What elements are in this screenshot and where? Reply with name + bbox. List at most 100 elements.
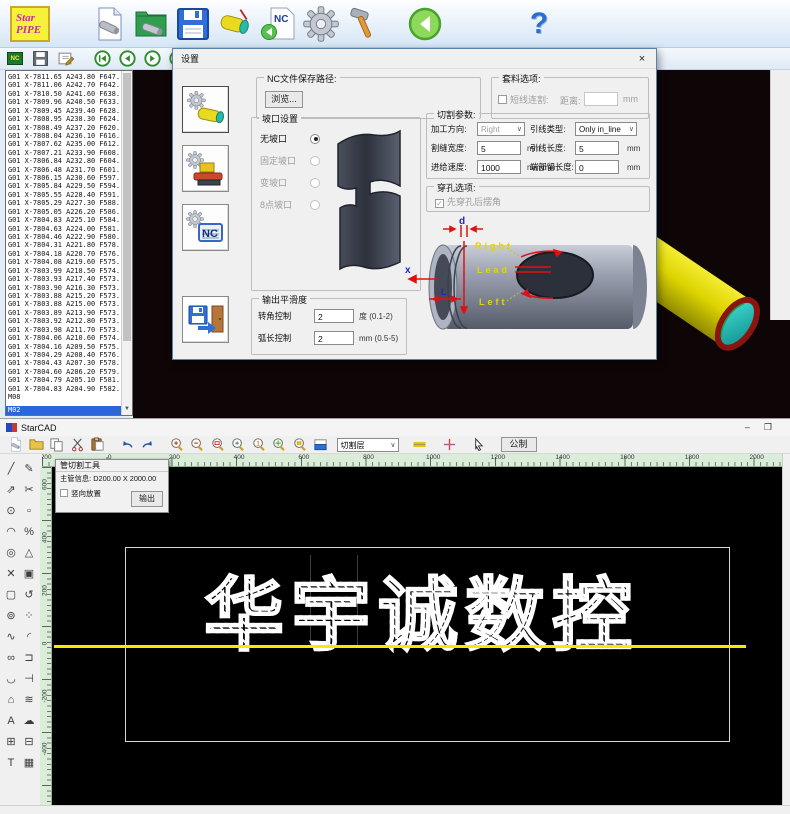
checkbox-checked-icon[interactable]: ✓ (435, 199, 444, 208)
distance-input[interactable] (584, 92, 618, 106)
zoom-window-icon[interactable] (210, 437, 227, 453)
gcode-line[interactable]: G01 X-7806.48 A231.70 F601.1 (8, 166, 120, 174)
region-icon[interactable]: ▢ (2, 584, 20, 605)
chain-icon[interactable]: ∞ (2, 647, 20, 668)
trim-icon[interactable]: ✂ (20, 479, 38, 500)
gcode-line[interactable]: G01 X-7804.60 A206.20 F579.6 (8, 368, 120, 376)
gcode-line[interactable]: G01 X-7809.96 A240.50 F633.5 (8, 98, 120, 106)
copy-shape-icon[interactable]: ▣ (20, 563, 38, 584)
gcode-line[interactable]: G01 X-7804.83 A204.90 F582.7 (8, 385, 120, 393)
checkbox-icon[interactable] (60, 489, 68, 497)
gcode-line[interactable]: G01 X-7808.95 A238.30 F624.5 (8, 115, 120, 123)
gcode-line[interactable]: G01 X-7803.89 A213.90 F573.0 (8, 309, 120, 317)
radio-icon[interactable] (310, 178, 320, 188)
gcode-line[interactable]: G01 X-7806.84 A232.80 F604.6 (8, 157, 120, 165)
nc-small-icon[interactable]: NC (6, 50, 24, 68)
block-icon[interactable]: ⌂ (2, 689, 20, 710)
break-icon[interactable]: ⊣ (20, 668, 38, 689)
vertical-place-checkbox[interactable]: 竖向放置 (60, 488, 101, 499)
gcode-line[interactable]: G01 X-7804.06 A210.60 F574.4 (8, 334, 120, 342)
gcode-line[interactable]: G01 X-7805.55 A228.40 F591.7 (8, 191, 120, 199)
radio-icon[interactable] (310, 134, 320, 144)
rotate-icon[interactable]: ↺ (20, 584, 38, 605)
groove-option[interactable]: 固定坡口 (260, 154, 320, 167)
fill-icon[interactable] (312, 437, 329, 453)
browse-button[interactable]: 浏览... (265, 91, 303, 108)
new-file-icon[interactable] (7, 437, 24, 453)
mirror-icon[interactable]: △ (20, 542, 38, 563)
save-icon[interactable] (172, 3, 214, 45)
scroll-down-icon[interactable]: ▼ (122, 404, 132, 415)
gcode-line[interactable]: G01 X-7810.50 A241.60 F638.2 (8, 90, 120, 98)
gcode-line[interactable]: G01 X-7804.31 A221.80 F578.3 (8, 241, 120, 249)
nc-settings-button[interactable]: NC (182, 204, 229, 251)
maximize-icon[interactable]: ❐ (764, 422, 772, 433)
snap-cross-icon[interactable] (441, 437, 458, 453)
short-line-checkbox[interactable]: 短线连割: (498, 93, 549, 106)
line-icon[interactable]: ╱ (2, 458, 20, 479)
gcode-line[interactable]: G01 X-7807.62 A235.00 F612.1 (8, 140, 120, 148)
gcode-scrollbar[interactable]: ▼ (121, 71, 132, 415)
radio-icon[interactable] (310, 200, 320, 210)
pierce-first-checkbox[interactable]: ✓先穿孔后摆角 (435, 195, 501, 208)
zoom-extents-icon[interactable] (271, 437, 288, 453)
gcode-line[interactable]: G01 X-7803.90 A216.30 F573.3 (8, 284, 120, 292)
zoom-out-icon[interactable] (189, 437, 206, 453)
polyline-icon[interactable]: ⇗ (2, 479, 20, 500)
gcode-line[interactable]: G01 X-7811.06 A242.70 F642.9 (8, 81, 120, 89)
next-record-icon[interactable] (143, 50, 161, 68)
nc-export-icon[interactable]: NC (258, 3, 300, 45)
machine-settings-button[interactable] (182, 145, 229, 192)
bracket-icon[interactable]: ⊟ (20, 731, 38, 752)
gcode-line[interactable]: M08 (8, 393, 120, 401)
param-input[interactable]: 2 (314, 331, 354, 345)
gcode-line[interactable]: G01 X-7804.18 A220.70 F576.8 (8, 250, 120, 258)
gcode-line[interactable]: G01 X-7805.29 A227.30 F588.9 (8, 199, 120, 207)
array-icon[interactable]: ⁘ (20, 605, 38, 626)
save-small-icon[interactable] (31, 50, 49, 68)
minimize-icon[interactable]: – (745, 422, 750, 433)
paste-icon[interactable] (89, 437, 106, 453)
cloud-icon[interactable]: ☁ (20, 710, 38, 731)
gcode-line[interactable]: G01 X-7808.49 A237.20 F620.2 (8, 124, 120, 132)
image-icon[interactable]: ▦ (20, 752, 38, 773)
redo-icon[interactable] (139, 437, 156, 453)
gcode-line[interactable]: G01 X-7805.05 A226.20 F586.4 (8, 208, 120, 216)
groove-option[interactable]: 无坡口 (260, 132, 320, 145)
gcode-line[interactable]: G01 X-7805.84 A229.50 F594.6 (8, 182, 120, 190)
canvas-v-scrollbar[interactable] (782, 454, 790, 805)
groove-option[interactable]: 变坡口 (260, 176, 320, 189)
param-input[interactable]: 0 (575, 160, 619, 174)
open-file-icon[interactable] (130, 3, 172, 45)
gcode-line[interactable]: G01 X-7809.45 A239.40 F628.9 (8, 107, 120, 115)
new-file-icon[interactable] (88, 3, 130, 45)
canvas-h-scrollbar[interactable] (0, 805, 790, 814)
gcode-line[interactable]: G01 X-7804.46 A222.90 F580.0 (8, 233, 120, 241)
gcode-line[interactable]: G01 X-7806.15 A230.60 F597.8 (8, 174, 120, 182)
help-icon[interactable]: ? (518, 3, 560, 45)
copy-icon[interactable] (48, 437, 65, 453)
view-icon[interactable]: ◎ (2, 542, 20, 563)
gcode-line[interactable]: G01 X-7804.08 A219.60 F575.6 (8, 258, 120, 266)
gcode-line[interactable]: G01 X-7803.92 A212.80 F573.2 (8, 317, 120, 325)
param-input[interactable]: 2 (314, 309, 354, 323)
gcode-line[interactable]: G01 X-7804.79 A205.10 F581.5 (8, 376, 120, 384)
offset-icon[interactable]: ⊐ (20, 647, 38, 668)
gcode-line[interactable]: G01 X-7804.29 A208.40 F576.6 (8, 351, 120, 359)
spline-icon[interactable]: ∿ (2, 626, 20, 647)
line-style-icon[interactable] (411, 437, 428, 453)
close-icon[interactable]: × (628, 53, 656, 65)
open-folder-icon[interactable] (28, 437, 45, 453)
gcode-panel[interactable]: G01 X-7811.65 A243.80 F647.8G01 X-7811.0… (5, 70, 133, 416)
radio-icon[interactable] (310, 156, 320, 166)
gcode-line[interactable]: G01 X-7803.98 A211.70 F573.7 (8, 326, 120, 334)
text-a-icon[interactable]: A (2, 710, 20, 731)
undo-icon[interactable] (119, 437, 136, 453)
tools-hammer-icon[interactable] (342, 3, 384, 45)
dimension-icon[interactable]: ⊞ (2, 731, 20, 752)
gcode-line[interactable]: G01 X-7804.16 A209.50 F575.4 (8, 343, 120, 351)
link-icon[interactable]: % (20, 521, 38, 542)
first-record-icon[interactable] (93, 50, 111, 68)
back-icon[interactable] (404, 3, 446, 45)
gcode-line[interactable]: G01 X-7804.43 A207.30 F578.0 (8, 359, 120, 367)
